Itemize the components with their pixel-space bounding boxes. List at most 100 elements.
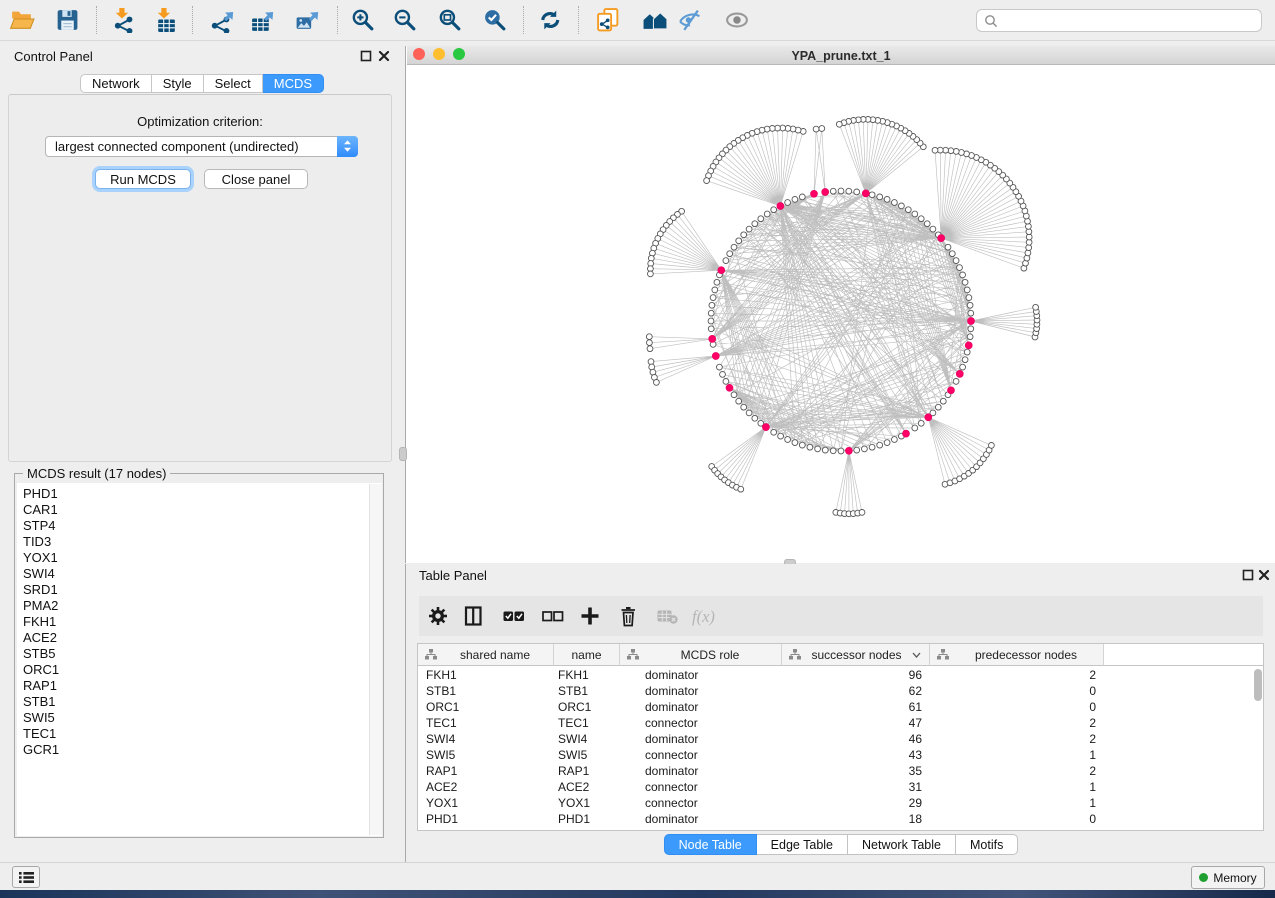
- graph-node[interactable]: [648, 271, 654, 277]
- graph-node[interactable]: [710, 295, 716, 301]
- graph-node[interactable]: [771, 207, 777, 213]
- mcds-result-item[interactable]: TEC1: [17, 726, 382, 742]
- table-row-PHD1[interactable]: PHD1PHD1dominator180: [418, 811, 1263, 827]
- graph-node[interactable]: [940, 398, 946, 404]
- import-network-button[interactable]: [110, 6, 138, 34]
- save-button[interactable]: [53, 6, 81, 34]
- cell-name[interactable]: PHD1: [554, 811, 620, 827]
- graph-node[interactable]: [846, 188, 852, 194]
- mcds-result-item[interactable]: YOX1: [17, 550, 382, 566]
- graph-node[interactable]: [778, 433, 784, 439]
- mcds-result-item[interactable]: STP4: [17, 518, 382, 534]
- table-row-YOX1[interactable]: YOX1YOX1connector291: [418, 795, 1263, 811]
- mcds-result-item[interactable]: ORC1: [17, 662, 382, 678]
- graph-node[interactable]: [723, 379, 729, 385]
- graph-node[interactable]: [792, 197, 798, 203]
- column-header-successor-nodes[interactable]: successor nodes: [782, 644, 930, 666]
- graph-node[interactable]: [918, 420, 924, 426]
- cell-predecessor-nodes[interactable]: 1: [930, 795, 1104, 811]
- cell-predecessor-nodes[interactable]: 2: [930, 731, 1104, 747]
- column-header-shared-name[interactable]: shared name: [418, 644, 554, 666]
- graph-hub-node[interactable]: [862, 190, 869, 197]
- search-box[interactable]: [976, 9, 1262, 32]
- cell-predecessor-nodes[interactable]: 2: [930, 763, 1104, 779]
- tab-network[interactable]: Network: [80, 74, 152, 93]
- table-row-STB1[interactable]: STB1STB1dominator620: [418, 683, 1263, 699]
- mcds-result-item[interactable]: STB1: [17, 694, 382, 710]
- cell-name[interactable]: STB1: [554, 683, 620, 699]
- graph-node[interactable]: [968, 310, 974, 316]
- graph-node[interactable]: [815, 446, 821, 452]
- graph-node[interactable]: [731, 244, 737, 250]
- graph-node[interactable]: [869, 444, 875, 450]
- cell-shared-name[interactable]: SWI5: [418, 747, 554, 763]
- graph-node[interactable]: [968, 326, 974, 332]
- cell-name[interactable]: YOX1: [554, 795, 620, 811]
- graph-node[interactable]: [838, 448, 844, 454]
- table-row-FKH1[interactable]: FKH1FKH1dominator962: [418, 667, 1263, 683]
- graph-node[interactable]: [859, 510, 865, 516]
- graph-node[interactable]: [799, 194, 805, 200]
- graph-node[interactable]: [746, 410, 752, 416]
- graph-node[interactable]: [884, 440, 890, 446]
- memory-button[interactable]: Memory: [1191, 866, 1265, 889]
- cell-MCDS-role[interactable]: dominator: [620, 683, 782, 699]
- cell-predecessor-nodes[interactable]: 2: [930, 715, 1104, 731]
- cell-MCDS-role[interactable]: connector: [620, 779, 782, 795]
- graph-node[interactable]: [854, 189, 860, 195]
- graph-node[interactable]: [736, 238, 742, 244]
- cell-shared-name[interactable]: PHD1: [418, 811, 554, 827]
- search-input[interactable]: [1003, 14, 1261, 28]
- graph-node[interactable]: [704, 178, 710, 184]
- table-row-SWI5[interactable]: SWI5SWI5connector431: [418, 747, 1263, 763]
- cell-MCDS-role[interactable]: connector: [620, 747, 782, 763]
- cell-shared-name[interactable]: ORC1: [418, 699, 554, 715]
- column-header-predecessor-nodes[interactable]: predecessor nodes: [930, 644, 1104, 666]
- cell-predecessor-nodes[interactable]: 0: [930, 683, 1104, 699]
- graph-node[interactable]: [736, 398, 742, 404]
- cell-successor-nodes[interactable]: 29: [782, 795, 930, 811]
- delete-table-button[interactable]: [654, 604, 680, 628]
- cell-shared-name[interactable]: FKH1: [418, 667, 554, 683]
- graph-hub-node[interactable]: [965, 342, 972, 349]
- graph-node[interactable]: [720, 372, 726, 378]
- graph-node[interactable]: [785, 200, 791, 206]
- cell-MCDS-role[interactable]: dominator: [620, 667, 782, 683]
- mcds-result-item[interactable]: STB5: [17, 646, 382, 662]
- show-all-button[interactable]: [723, 6, 751, 34]
- graph-node[interactable]: [967, 302, 973, 308]
- graph-node[interactable]: [892, 437, 898, 443]
- cell-MCDS-role[interactable]: dominator: [620, 763, 782, 779]
- mcds-result-item[interactable]: SWI5: [17, 710, 382, 726]
- graph-node[interactable]: [654, 380, 660, 386]
- graph-node[interactable]: [714, 279, 720, 285]
- cell-shared-name[interactable]: RAP1: [418, 763, 554, 779]
- graph-hub-node[interactable]: [822, 189, 829, 196]
- graph-node[interactable]: [709, 302, 715, 308]
- tab-motifs[interactable]: Motifs: [956, 834, 1018, 855]
- graph-node[interactable]: [758, 216, 764, 222]
- graph-node[interactable]: [752, 221, 758, 227]
- clone-network-button[interactable]: [594, 6, 622, 34]
- task-history-button[interactable]: [12, 866, 40, 888]
- graph-node[interactable]: [752, 415, 758, 421]
- cell-MCDS-role[interactable]: dominator: [620, 731, 782, 747]
- graph-hub-node[interactable]: [712, 353, 719, 360]
- graph-node[interactable]: [799, 442, 805, 448]
- graph-node[interactable]: [647, 340, 653, 346]
- graph-node[interactable]: [746, 226, 752, 232]
- cell-shared-name[interactable]: ACE2: [418, 779, 554, 795]
- mcds-result-item[interactable]: ACE2: [17, 630, 382, 646]
- graph-node[interactable]: [727, 251, 733, 257]
- graph-node[interactable]: [953, 258, 959, 264]
- mcds-result-item[interactable]: PMA2: [17, 598, 382, 614]
- import-table-button[interactable]: [152, 6, 180, 34]
- graph-node[interactable]: [899, 203, 905, 209]
- show-columns-button[interactable]: [460, 604, 486, 628]
- graph-node[interactable]: [1025, 250, 1031, 256]
- zoom-fit-button[interactable]: [436, 6, 464, 34]
- table-options-button[interactable]: [425, 604, 451, 628]
- cell-MCDS-role[interactable]: connector: [620, 715, 782, 731]
- deselect-all-rows-button[interactable]: [539, 604, 565, 628]
- cell-MCDS-role[interactable]: connector: [620, 795, 782, 811]
